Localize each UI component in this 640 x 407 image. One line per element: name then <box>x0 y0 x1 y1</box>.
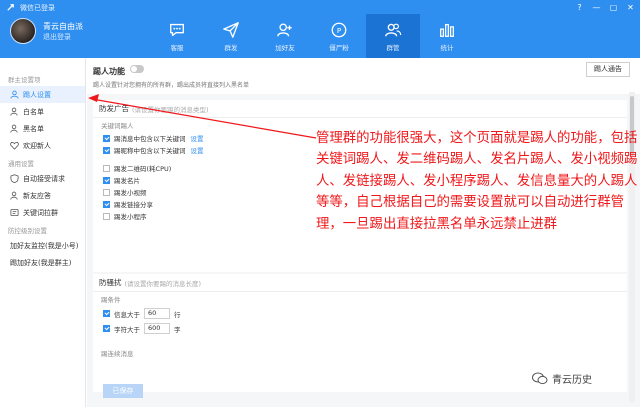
close-icon[interactable]: ✕ <box>625 2 636 13</box>
add-user-icon <box>277 22 292 36</box>
kick-msg-keyword-settings-link[interactable]: 设置 <box>191 133 204 143</box>
annotation-text: 管理群的功能很强大，这个页面就是踢人的功能，包括关键词踢人、发二维码踢人、发名片… <box>316 131 638 232</box>
paper-plane-icon <box>223 21 239 38</box>
sidebar-item-welcome[interactable]: 欢迎新人 <box>0 137 85 154</box>
svg-text:P: P <box>337 26 342 35</box>
anti-spam-header: 防骚扰 (请设置你要踢的消息长度) <box>93 274 627 292</box>
kick-card-checkbox[interactable] <box>103 176 110 184</box>
app-logo-icon <box>7 4 14 11</box>
kick-condition-label: 踢条件 <box>101 296 121 304</box>
group-users-icon <box>385 23 402 36</box>
minimize-icon[interactable]: — <box>591 2 602 13</box>
watermark: 青云历史 <box>532 371 592 386</box>
help-icon[interactable]: ? <box>574 2 585 13</box>
profile: 青云自由派 退出登录 <box>10 18 83 44</box>
wechat-logo-icon <box>532 372 548 385</box>
sidebar-item-blacklist[interactable]: 黑名单 <box>0 120 85 137</box>
sidebar: 群主设置项 踢人设置 白名单 黑名单 欢迎新人 通用设置 自动接受请求 新友应答… <box>0 58 86 407</box>
sidebar-item-whitelist[interactable]: 白名单 <box>0 103 85 120</box>
sidebar-item-kick-friend[interactable]: 踢加好友(我是群主) <box>0 254 85 271</box>
kick-title: 踢人功能 <box>93 67 125 76</box>
chat-bubble-icon <box>170 23 184 36</box>
anti-ad-header: 防发广告 (请设置你要踢的消息类型) <box>93 100 627 118</box>
user-check-icon <box>10 107 18 116</box>
sidebar-item-friend-monitor[interactable]: 加好友监控(我是小号) <box>0 237 85 254</box>
maximize-icon[interactable]: ▢ <box>608 2 619 13</box>
kick-section-header: 踢人功能 踢人设置针对您拥有的所有群，踢出成员将直接列入黑名单 踢人通告 <box>87 58 640 94</box>
kick-nick-keyword-settings-link[interactable]: 设置 <box>191 145 204 155</box>
lines-limit-row: 信息大于 60 行 <box>93 306 627 321</box>
sidebar-group-general: 通用设置 <box>8 160 34 168</box>
chars-limit-row: 字符大于 600 字 <box>93 321 627 336</box>
nav-tab-add-friends[interactable]: 加好友 <box>258 14 312 58</box>
kick-notice-button[interactable]: 踢人通告 <box>586 62 630 77</box>
save-button[interactable]: 已保存 <box>103 384 143 398</box>
user-reply-icon <box>10 191 18 200</box>
sidebar-group-owner: 群主设置项 <box>8 76 41 84</box>
kick-video-checkbox[interactable] <box>103 188 110 196</box>
user-icon <box>10 90 19 99</box>
keyword-group-icon <box>10 208 19 217</box>
kick-description: 踢人设置针对您拥有的所有群，踢出成员将直接列入黑名单 <box>93 82 250 89</box>
sidebar-item-new-friend-reply[interactable]: 新友应答 <box>0 187 85 204</box>
lines-limit-checkbox[interactable] <box>103 310 110 317</box>
nav-tab-mass-send[interactable]: 群发 <box>204 14 258 58</box>
sidebar-group-control: 防控级别设置 <box>8 227 47 235</box>
kick-miniprogram-checkbox[interactable] <box>103 212 110 220</box>
chars-limit-input[interactable]: 600 <box>144 323 170 334</box>
kick-nick-keyword-checkbox[interactable] <box>103 146 110 154</box>
sidebar-item-auto-accept[interactable]: 自动接受请求 <box>0 170 85 187</box>
sidebar-item-keyword-invite[interactable]: 关键词拉群 <box>0 204 85 221</box>
lines-limit-input[interactable]: 60 <box>144 308 170 319</box>
shield-icon <box>10 174 19 183</box>
user-block-icon <box>10 124 18 133</box>
nav-tab-statistics[interactable]: 统计 <box>420 14 474 58</box>
window-title: 微信已登录 <box>20 4 55 12</box>
kick-msg-keyword-checkbox[interactable] <box>103 134 110 142</box>
kick-link-checkbox[interactable] <box>103 200 110 208</box>
avatar[interactable] <box>10 18 36 44</box>
kick-qrcode-checkbox[interactable] <box>103 164 110 172</box>
nav-tab-customer-service[interactable]: 客服 <box>150 14 204 58</box>
window-controls: ? — ▢ ✕ <box>574 2 636 13</box>
app-header: 微信已登录 ? — ▢ ✕ 青云自由派 退出登录 客服 群发 加好友 P 僵尸粉 <box>0 0 640 58</box>
bar-stats-icon <box>440 23 454 37</box>
nav-tab-group-manage[interactable]: 群管 <box>366 14 420 58</box>
main-nav: 客服 群发 加好友 P 僵尸粉 群管 统计 <box>150 14 474 58</box>
consecutive-msg-label: 踢连续消息 <box>101 350 134 358</box>
nav-tab-zombie-fans[interactable]: P 僵尸粉 <box>312 14 366 58</box>
sidebar-item-kick-settings[interactable]: 踢人设置 <box>0 86 85 103</box>
profile-name: 青云自由派 <box>43 21 83 31</box>
heart-icon <box>10 141 19 150</box>
kick-toggle[interactable] <box>130 65 144 73</box>
chars-limit-checkbox[interactable] <box>103 325 110 332</box>
logout-link[interactable]: 退出登录 <box>43 32 83 42</box>
zombie-badge-icon: P <box>331 22 347 37</box>
